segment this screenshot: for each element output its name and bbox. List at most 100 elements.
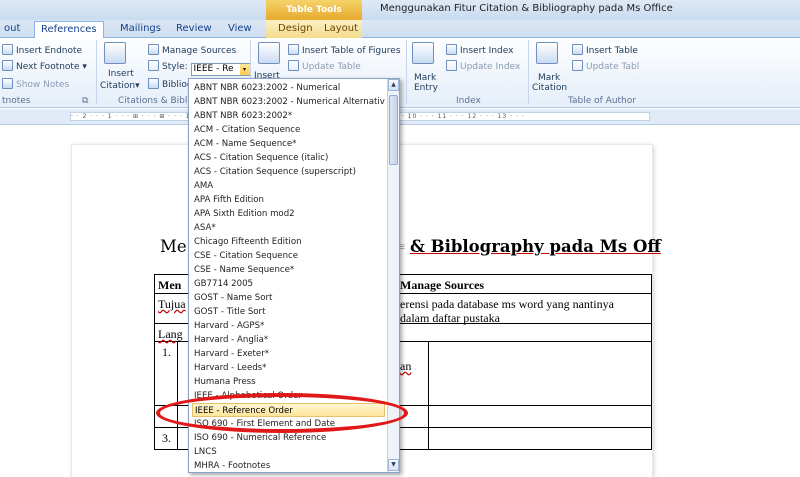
insert-table-of-figures-button[interactable]: Insert Table of Figures xyxy=(288,44,401,57)
dropdown-scrollbar[interactable]: ▲ ▼ xyxy=(387,79,399,472)
insert-endnote-button[interactable]: Insert Endnote xyxy=(2,44,82,57)
footnotes-dialog-launcher[interactable]: ⧉ xyxy=(82,96,88,106)
dropdown-item[interactable]: MHRA - Footnotes xyxy=(192,459,385,473)
window-title: Menggunakan Fitur Citation & Bibliograph… xyxy=(380,3,673,14)
citation-style-dropdown-list[interactable]: ABNT NBR 6023:2002 - Numerical ABNT NBR 6… xyxy=(188,78,400,473)
manage-sources-button[interactable]: Manage Sources xyxy=(148,44,236,57)
table-cell-purpose-right-2: dalam daftar pustaka xyxy=(400,311,500,325)
tab-layout[interactable]: Layout xyxy=(324,21,358,38)
dropdown-item[interactable]: GOST - Title Sort xyxy=(192,305,385,319)
ribbon-tab-bar: out References Mailings Review View xyxy=(0,20,800,38)
update-table-authorities-icon xyxy=(572,60,583,71)
insert-index-icon xyxy=(446,44,457,55)
dropdown-item[interactable]: ACS - Citation Sequence (italic) xyxy=(192,151,385,165)
dropdown-item[interactable]: ACM - Citation Sequence xyxy=(192,123,385,137)
index-group-label: Index xyxy=(456,96,481,106)
scroll-up-button[interactable]: ▲ xyxy=(388,79,399,91)
mark-entry-icon-area[interactable] xyxy=(412,42,437,66)
dropdown-item[interactable]: GOST - Name Sort xyxy=(192,291,385,305)
dropdown-item[interactable]: GB7714 2005 xyxy=(192,277,385,291)
tab-view[interactable]: View xyxy=(228,21,252,38)
footnotes-group-label: tnotes xyxy=(2,96,31,106)
dropdown-item[interactable]: CSE - Citation Sequence xyxy=(192,249,385,263)
insert-citation-button[interactable]: Citation▾ xyxy=(100,80,140,92)
mark-citation-icon xyxy=(536,42,558,64)
table-of-figures-icon xyxy=(288,44,299,55)
table-tools-tab-band: Design Layout xyxy=(266,20,362,38)
tab-design[interactable]: Design xyxy=(278,21,313,38)
table-col-line xyxy=(177,341,178,450)
next-footnote-button[interactable]: Next Footnote ▾ xyxy=(2,60,87,73)
scrollbar-thumb[interactable] xyxy=(389,95,398,165)
dropdown-item[interactable]: ISO 690 - First Element and Date xyxy=(192,417,385,431)
insert-citation-icon-area[interactable] xyxy=(104,42,129,66)
dropdown-item[interactable]: ACS - Citation Sequence (superscript) xyxy=(192,165,385,179)
mark-citation-icon-area[interactable] xyxy=(536,42,561,66)
dropdown-item[interactable]: Humana Press xyxy=(192,375,385,389)
table-cell-purpose-right: erensi pada database ms word yang nantin… xyxy=(400,297,614,311)
dropdown-item-selected[interactable]: IEEE - Reference Order xyxy=(192,403,385,417)
doc-heading-left: Me xyxy=(160,237,187,256)
table-cell-step-1-text: an xyxy=(400,359,412,373)
dropdown-item[interactable]: ACM - Name Sequence* xyxy=(192,137,385,151)
dropdown-item[interactable]: APA Fifth Edition xyxy=(192,193,385,207)
update-table-of-authorities-button[interactable]: Update Tabl xyxy=(572,60,639,73)
tab-mailings[interactable]: Mailings xyxy=(120,21,161,38)
dropdown-item[interactable]: ABNT NBR 6023:2002 - Numerical Alternati… xyxy=(192,95,385,109)
tab-references[interactable]: References xyxy=(34,21,104,38)
insert-citation-icon xyxy=(104,42,126,64)
mark-entry-button[interactable]: Entry xyxy=(414,82,438,94)
bibliography-button[interactable]: Bibliog xyxy=(148,78,193,91)
mark-entry-icon xyxy=(412,42,434,64)
dropdown-item[interactable]: ISO 690 - Numerical Reference xyxy=(192,431,385,445)
dropdown-item[interactable]: ASA* xyxy=(192,221,385,235)
show-notes-icon xyxy=(2,78,13,89)
update-index-icon xyxy=(446,60,457,71)
dropdown-item[interactable]: Harvard - Anglia* xyxy=(192,333,385,347)
table-cell-step-3-number: 3. xyxy=(162,431,171,445)
tab-layout-partial[interactable]: out xyxy=(4,21,20,38)
manage-sources-icon xyxy=(148,44,159,55)
dropdown-item[interactable]: APA Sixth Edition mod2 xyxy=(192,207,385,221)
table-cell-steps-left: Lang xyxy=(158,327,183,341)
dropdown-item[interactable]: IEEE - Alphabetical Order xyxy=(192,389,385,403)
style-dropdown-arrow[interactable]: ▾ xyxy=(239,64,250,75)
group-separator xyxy=(528,40,529,104)
dropdown-item[interactable]: Harvard - Exeter* xyxy=(192,347,385,361)
table-cell-title-left: Men xyxy=(158,278,182,292)
group-separator xyxy=(406,40,407,104)
authorities-group-label: Table of Author xyxy=(568,96,636,106)
citations-group-label: Citations & Biblic xyxy=(118,96,195,106)
scroll-down-button[interactable]: ▼ xyxy=(388,459,399,471)
horizontal-ruler[interactable]: · · 2 · · · 1 · · · ⊞ · · · ⊞ · · · 1 · … xyxy=(0,109,800,125)
dropdown-item[interactable]: ABNT NBR 6023:2002 - Numerical xyxy=(192,81,385,95)
next-footnote-icon xyxy=(2,60,13,71)
ribbon-panel: Insert Endnote Next Footnote ▾ Show Note… xyxy=(0,38,800,108)
endnote-icon xyxy=(2,44,13,55)
table-cell-step-1-number: 1. xyxy=(162,345,171,359)
table-cell-title-right: Manage Sources xyxy=(400,278,485,292)
update-index-button[interactable]: Update Index xyxy=(446,60,520,73)
insert-caption-icon-area[interactable] xyxy=(258,42,283,66)
style-icon xyxy=(148,60,159,71)
dropdown-item[interactable]: Harvard - Leeds* xyxy=(192,361,385,375)
citation-style-control[interactable]: Style: IEEE - Re ▾ xyxy=(148,60,251,76)
mark-citation-button[interactable]: Citation xyxy=(532,82,567,94)
insert-citation-label-1[interactable]: Insert xyxy=(108,68,134,80)
dropdown-item[interactable]: ABNT NBR 6023:2002* xyxy=(192,109,385,123)
update-table-button[interactable]: Update Table xyxy=(288,60,361,73)
dropdown-item[interactable]: AMA xyxy=(192,179,385,193)
update-table-icon xyxy=(288,60,299,71)
show-notes-button[interactable]: Show Notes xyxy=(2,78,69,91)
insert-index-button[interactable]: Insert Index xyxy=(446,44,513,57)
doc-heading-right: & Biblography pada Ms Off xyxy=(410,237,661,256)
dropdown-item[interactable]: Chicago Fifteenth Edition xyxy=(192,235,385,249)
dropdown-item[interactable]: Harvard - AGPS* xyxy=(192,319,385,333)
title-bar: Table Tools Menggunakan Fitur Citation &… xyxy=(0,0,800,20)
citation-style-select[interactable]: IEEE - Re ▾ xyxy=(190,63,251,76)
dropdown-item[interactable]: CSE - Name Sequence* xyxy=(192,263,385,277)
tab-review[interactable]: Review xyxy=(176,21,212,38)
insert-table-of-authorities-button[interactable]: Insert Table xyxy=(572,44,638,57)
dropdown-item[interactable]: LNCS xyxy=(192,445,385,459)
bibliography-icon xyxy=(148,78,159,89)
